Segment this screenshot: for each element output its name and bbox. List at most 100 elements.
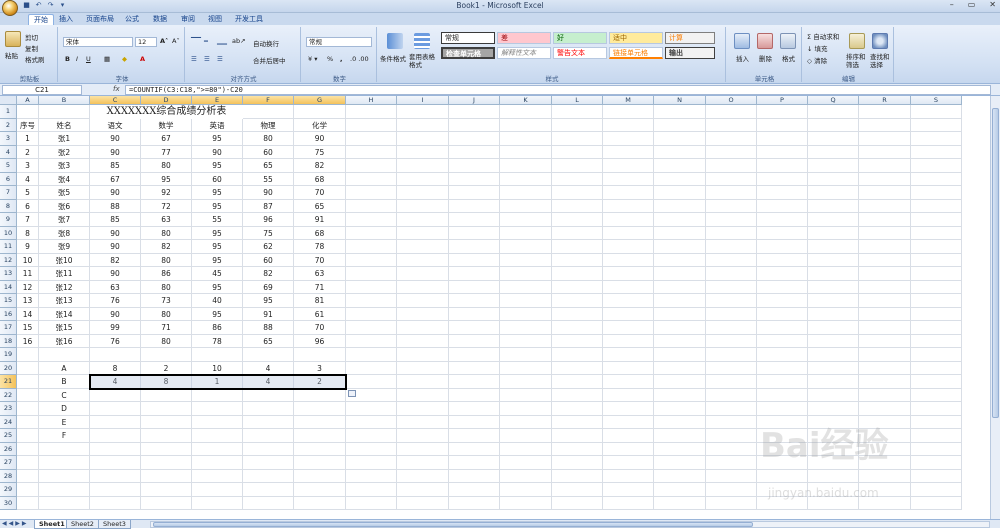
tab-review[interactable]: 审阅 — [176, 14, 200, 25]
currency-icon[interactable]: ¥ ▾ — [308, 55, 317, 63]
cell[interactable] — [808, 348, 859, 362]
cell[interactable] — [346, 280, 397, 294]
cell[interactable] — [449, 199, 500, 213]
cell[interactable] — [552, 388, 603, 402]
cell[interactable] — [706, 361, 757, 375]
cell[interactable] — [603, 469, 654, 483]
cell[interactable] — [603, 334, 654, 348]
name-box[interactable]: C21 — [2, 85, 82, 95]
cell[interactable] — [552, 280, 603, 294]
cell[interactable] — [243, 348, 294, 362]
cell[interactable] — [654, 132, 706, 146]
cell[interactable] — [757, 294, 808, 308]
table-data-cell[interactable]: 75 — [294, 145, 346, 159]
cell[interactable] — [757, 361, 808, 375]
cell[interactable] — [500, 456, 552, 470]
cell[interactable] — [294, 469, 346, 483]
cell[interactable] — [603, 199, 654, 213]
cell[interactable] — [603, 159, 654, 173]
paste-button[interactable]: 粘贴 — [5, 50, 18, 60]
cell[interactable] — [654, 334, 706, 348]
cell[interactable] — [397, 172, 449, 186]
row-header-22[interactable]: 22 — [0, 388, 17, 402]
row-header-13[interactable]: 13 — [0, 267, 17, 281]
cell[interactable] — [17, 496, 39, 510]
cell[interactable] — [346, 456, 397, 470]
table-data-cell[interactable]: 78 — [192, 334, 243, 348]
table-data-cell[interactable]: 82 — [294, 159, 346, 173]
summary-cell[interactable] — [192, 402, 243, 416]
cell[interactable] — [294, 456, 346, 470]
cell[interactable] — [911, 348, 962, 362]
cell[interactable] — [706, 456, 757, 470]
cell[interactable] — [654, 105, 706, 119]
cell[interactable] — [808, 159, 859, 173]
cell[interactable] — [757, 469, 808, 483]
table-data-cell[interactable]: 61 — [294, 307, 346, 321]
cell[interactable] — [449, 388, 500, 402]
cell[interactable] — [859, 172, 911, 186]
summary-cell[interactable] — [192, 415, 243, 429]
cell[interactable] — [397, 456, 449, 470]
summary-cell[interactable]: 8 — [90, 361, 141, 375]
cell[interactable] — [706, 442, 757, 456]
table-data-cell[interactable]: 82 — [243, 267, 294, 281]
cell[interactable] — [552, 213, 603, 227]
cell[interactable] — [911, 429, 962, 443]
cell[interactable] — [603, 321, 654, 335]
cell[interactable] — [706, 199, 757, 213]
cell[interactable] — [449, 105, 500, 119]
comma-icon[interactable]: , — [340, 55, 342, 63]
font-size-select[interactable]: 12 — [135, 37, 157, 47]
cell[interactable] — [397, 240, 449, 254]
cell[interactable] — [397, 213, 449, 227]
table-data-cell[interactable]: 95 — [192, 240, 243, 254]
row-header-29[interactable]: 29 — [0, 483, 17, 497]
cell[interactable] — [757, 105, 808, 119]
cell[interactable] — [706, 145, 757, 159]
cell[interactable] — [449, 483, 500, 497]
cell[interactable] — [552, 361, 603, 375]
table-data-cell[interactable]: 80 — [141, 280, 192, 294]
cell[interactable] — [706, 388, 757, 402]
cell[interactable] — [192, 469, 243, 483]
column-header-N[interactable]: N — [654, 96, 706, 105]
cell[interactable] — [808, 267, 859, 281]
cell[interactable] — [808, 199, 859, 213]
cell[interactable] — [192, 442, 243, 456]
cell[interactable] — [808, 334, 859, 348]
cell[interactable] — [911, 105, 962, 119]
cell[interactable] — [346, 159, 397, 173]
cell[interactable] — [397, 402, 449, 416]
cell[interactable] — [603, 307, 654, 321]
find-select-button[interactable]: 查找和选择 — [870, 53, 892, 69]
table-data-cell[interactable]: 13 — [17, 294, 39, 308]
cell[interactable] — [911, 199, 962, 213]
table-data-cell[interactable]: 91 — [243, 307, 294, 321]
cell[interactable] — [552, 294, 603, 308]
italic-icon[interactable]: I — [76, 55, 78, 63]
cell[interactable] — [654, 213, 706, 227]
cell[interactable] — [500, 469, 552, 483]
row-header-19[interactable]: 19 — [0, 348, 17, 362]
summary-cell[interactable] — [243, 429, 294, 443]
table-header-cell[interactable]: 英语 — [192, 118, 243, 132]
cell[interactable] — [552, 253, 603, 267]
cell[interactable] — [397, 145, 449, 159]
cell[interactable] — [449, 186, 500, 200]
cell[interactable] — [859, 321, 911, 335]
row-header-5[interactable]: 5 — [0, 159, 17, 173]
cell[interactable] — [911, 496, 962, 510]
table-data-cell[interactable]: 张2 — [39, 145, 90, 159]
summary-cell[interactable] — [294, 402, 346, 416]
cell[interactable] — [243, 483, 294, 497]
table-header-cell[interactable]: 姓名 — [39, 118, 90, 132]
cell[interactable] — [449, 348, 500, 362]
cell[interactable] — [654, 172, 706, 186]
cell[interactable] — [808, 294, 859, 308]
underline-icon[interactable]: U — [86, 55, 91, 63]
cell[interactable] — [243, 469, 294, 483]
cell[interactable] — [706, 172, 757, 186]
cell[interactable] — [603, 361, 654, 375]
cell[interactable] — [603, 118, 654, 132]
